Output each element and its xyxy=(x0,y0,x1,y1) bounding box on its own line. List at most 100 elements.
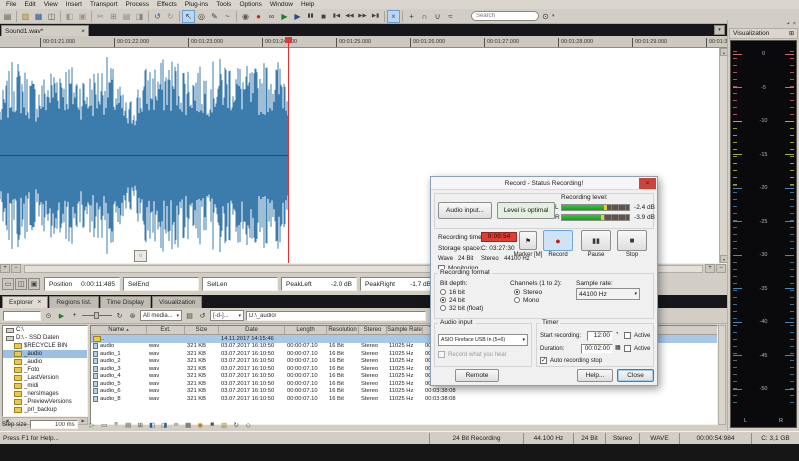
start-time-input[interactable]: 12:00 xyxy=(587,331,613,341)
record-what-you-hear-checkbox[interactable]: Record what you hear xyxy=(438,351,507,358)
record-icon[interactable]: ● xyxy=(252,10,265,23)
pencil-icon[interactable]: ✎ xyxy=(208,10,221,23)
slider-knob[interactable] xyxy=(94,312,99,319)
menu-plug-ins[interactable]: Plug-ins xyxy=(181,1,212,8)
view-list-icon[interactable]: ≡ xyxy=(111,419,122,430)
dock-tab-explorer[interactable]: Explorer× xyxy=(2,296,48,308)
tree-item-audio[interactable]: _audio xyxy=(3,358,87,366)
paste-icon[interactable]: ▤ xyxy=(120,10,133,23)
close-icon[interactable]: × xyxy=(37,299,41,306)
save-all-icon[interactable]: ◫ xyxy=(45,10,58,23)
snap-icon[interactable]: ∪ xyxy=(431,10,444,23)
undo-icon[interactable]: ↺ xyxy=(151,10,164,23)
menu-process[interactable]: Process xyxy=(122,1,153,8)
envelope-icon[interactable]: ~ xyxy=(221,10,234,23)
tree-item-prl-backup[interactable]: _prl_backup xyxy=(3,406,87,414)
channels-mono[interactable]: Mono xyxy=(514,296,542,304)
close-icon[interactable]: × xyxy=(81,28,85,35)
view-mode-2-icon[interactable]: ◫ xyxy=(15,278,27,290)
cut-icon[interactable]: ✂ xyxy=(94,10,107,23)
column-header-date[interactable]: Date xyxy=(219,326,285,334)
explorer-autoplay-icon[interactable]: + xyxy=(69,310,80,321)
clock-icon[interactable]: ◔ xyxy=(615,331,619,337)
bit-depth-24-bit[interactable]: 24 bit xyxy=(440,296,483,304)
dock-tab-time-display[interactable]: Time Display xyxy=(100,296,151,308)
auto-recording-stop-checkbox[interactable]: ✓ Auto recording stop xyxy=(540,357,602,364)
explorer-play-icon[interactable]: ▶ xyxy=(56,310,67,321)
tree-item-nersimages[interactable]: _nersImages xyxy=(3,390,87,398)
menu-view[interactable]: View xyxy=(40,1,62,8)
column-header-size[interactable]: Size xyxy=(185,326,219,334)
timeline-ruler[interactable]: 00:01:21.00000:01:22.00000:01:23.00000:0… xyxy=(0,36,727,48)
tree-item-d-ssd-daten[interactable]: D:\ - SSD Daten xyxy=(3,334,87,342)
folder-tree[interactable]: C:\D:\ - SSD Daten$RECYCLE BIN_audio_aud… xyxy=(2,325,88,417)
region-tool-icon[interactable]: ◨ xyxy=(159,419,170,430)
peakleft-field[interactable]: PeakLeft -2.0 dB xyxy=(281,277,357,291)
selend-field[interactable]: SelEnd xyxy=(123,277,199,291)
zoom-out-right-button[interactable]: − xyxy=(716,264,726,273)
open-folder-icon[interactable]: ▥ xyxy=(219,419,230,430)
loop-region-icon[interactable]: ∞ xyxy=(171,419,182,430)
auto-preview-icon[interactable]: ◉ xyxy=(195,419,206,430)
copy-icon[interactable]: ⊞ xyxy=(107,10,120,23)
sample-rate-select[interactable]: 44100 Hz ▾ xyxy=(576,288,640,300)
column-header-resolution[interactable]: Resolution xyxy=(327,326,359,334)
zoom-in-right-button[interactable]: + xyxy=(705,264,715,273)
duration-active-checkbox[interactable]: Active xyxy=(624,345,650,352)
tree-item-midi[interactable]: _midi xyxy=(3,382,87,390)
bit-depth-32-bit-float[interactable]: 32 bit (float) xyxy=(440,304,483,312)
preview-play-icon[interactable]: ▷ xyxy=(87,419,98,430)
refresh-list-icon[interactable]: ↻ xyxy=(231,419,242,430)
view-mode-1-icon[interactable]: ▭ xyxy=(2,278,14,290)
new-file-icon[interactable]: ▤ xyxy=(1,10,14,23)
gear-icon[interactable]: ⊛ xyxy=(127,310,138,321)
refresh-icon[interactable]: ↻ xyxy=(114,310,125,321)
close-button[interactable]: Close xyxy=(617,369,654,382)
dialog-close-button[interactable]: × xyxy=(639,178,656,189)
new-folder-icon[interactable]: ▤ xyxy=(184,310,195,321)
step-size-input[interactable] xyxy=(30,420,78,429)
tree-item-recycle-bin[interactable]: $RECYCLE BIN xyxy=(3,342,87,350)
audio-device-select[interactable]: ASIO Fireface USB In (5+6) ▾ xyxy=(438,334,528,346)
find-caret-icon[interactable]: ▾ xyxy=(552,13,555,19)
media-filter-select[interactable]: All media... ▾ xyxy=(140,310,182,321)
position-field[interactable]: Position 0:00:11:485 xyxy=(44,277,120,291)
menu-window[interactable]: Window xyxy=(266,1,297,8)
file-row[interactable]: audio_6wav321 KB03.07.2017 16:10:5000:00… xyxy=(91,388,717,396)
column-header-sample-rate[interactable]: Sample Rate xyxy=(387,326,423,334)
preview-stop-icon[interactable]: ▭ xyxy=(99,419,110,430)
stop-icon[interactable]: ■ xyxy=(317,10,330,23)
peakright-field[interactable]: PeakRight -1.7 dB xyxy=(360,277,436,291)
column-header-stereo[interactable]: Stereo xyxy=(359,326,387,334)
menu-tools[interactable]: Tools xyxy=(212,1,235,8)
trim-icon[interactable]: ◧ xyxy=(63,10,76,23)
tree-item-audio[interactable]: _audio xyxy=(3,350,87,358)
column-header-length[interactable]: Length xyxy=(285,326,327,334)
zoom-out-button[interactable]: − xyxy=(11,264,21,273)
menu-file[interactable]: File xyxy=(2,1,20,8)
menu-effects[interactable]: Effects xyxy=(153,1,181,8)
file-row[interactable]: audio_8wav321 KB03.07.2017 16:10:5000:00… xyxy=(91,395,717,403)
favorites-icon[interactable]: ◇ xyxy=(243,419,254,430)
pin-icon[interactable]: + xyxy=(787,21,790,28)
audio-input-button[interactable]: Audio input... xyxy=(438,202,492,219)
magnify-icon[interactable]: ◎ xyxy=(195,10,208,23)
go-to-end-icon[interactable]: ▶▮ xyxy=(369,10,382,23)
explorer-search-input[interactable] xyxy=(3,311,41,321)
find-icon[interactable]: ⊙ xyxy=(539,10,552,23)
dock-tab-regions-list[interactable]: Regions list. xyxy=(49,296,98,308)
back-icon[interactable]: ↺ xyxy=(197,310,208,321)
start-active-checkbox[interactable]: Active xyxy=(624,332,650,339)
dialog-title-bar[interactable]: Record - Status Recording! xyxy=(431,177,657,190)
go-to-start-icon[interactable]: ▮◀ xyxy=(330,10,343,23)
stop-preview-icon[interactable]: ■ xyxy=(207,419,218,430)
envelope-handle[interactable]: ○ xyxy=(134,250,147,262)
zoom-in-button[interactable]: + xyxy=(0,264,10,273)
menu-options[interactable]: Options xyxy=(235,1,265,8)
rewind-icon[interactable]: ◀◀ xyxy=(343,10,356,23)
menu-edit[interactable]: Edit xyxy=(20,1,39,8)
edit-tool-icon[interactable]: ↖ xyxy=(182,10,195,23)
bit-depth-16-bit[interactable]: 16 bit xyxy=(440,288,483,296)
save-icon[interactable]: ▦ xyxy=(32,10,45,23)
document-tab[interactable]: Sound1.wav* × xyxy=(1,25,89,36)
